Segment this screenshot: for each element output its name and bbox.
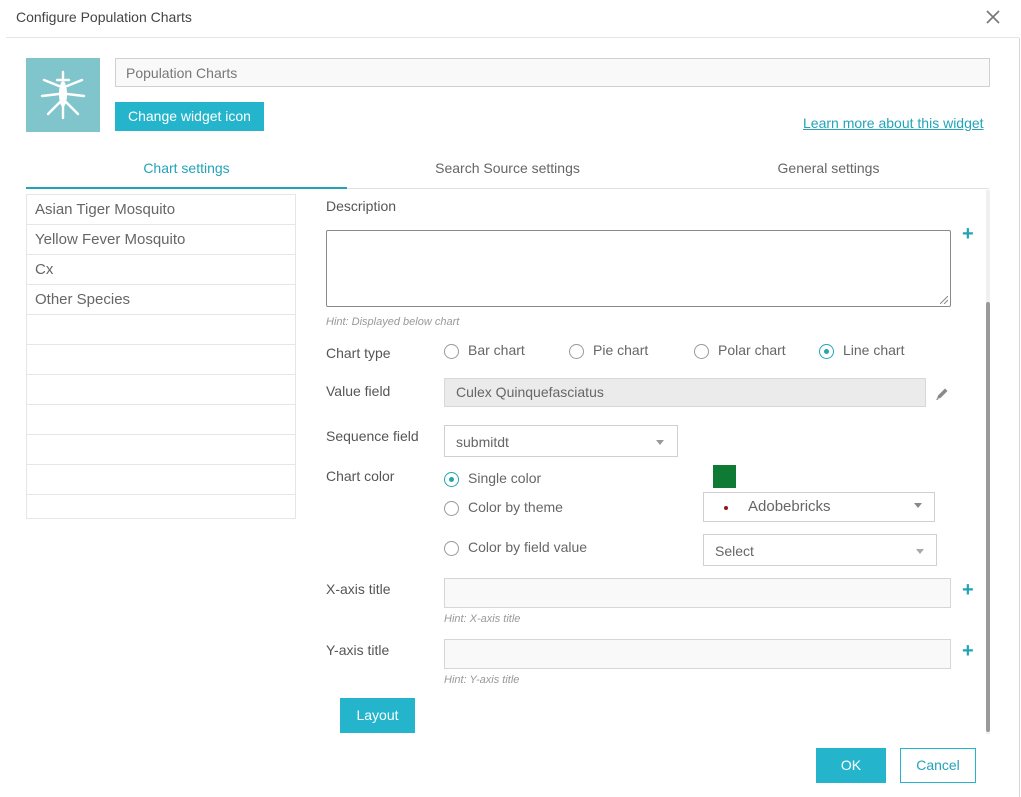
x-axis-hint: Hint: X-axis title: [444, 613, 521, 625]
radio-pie-chart[interactable]: Pie chart: [569, 342, 679, 362]
list-item[interactable]: [27, 375, 295, 405]
list-item[interactable]: Cx: [27, 255, 295, 285]
value-field-label: Value field: [326, 383, 391, 399]
widget-icon[interactable]: [26, 58, 100, 132]
scrollbar-thumb[interactable]: [986, 302, 990, 732]
description-label: Description: [326, 198, 397, 214]
radio-selected-icon: [444, 472, 459, 487]
y-axis-title-label: Y-axis title: [326, 642, 390, 658]
edit-pencil-icon[interactable]: [934, 386, 950, 402]
radio-label: Pie chart: [593, 342, 649, 358]
radio-icon: [444, 344, 459, 359]
tab-active-indicator: [26, 187, 347, 189]
sequence-field-label: Sequence field: [326, 428, 419, 444]
radio-label: Bar chart: [468, 342, 525, 358]
list-item[interactable]: [27, 465, 295, 495]
description-hint: Hint: Displayed below chart: [326, 316, 460, 328]
single-color-swatch[interactable]: [713, 465, 736, 488]
list-item[interactable]: [27, 495, 295, 518]
add-x-axis-field-icon[interactable]: +: [962, 580, 974, 600]
radio-icon: [444, 501, 459, 516]
radio-label: Single color: [468, 470, 542, 486]
close-icon[interactable]: [984, 8, 1002, 26]
value-field-input[interactable]: Culex Quinquefasciatus: [444, 378, 926, 407]
layout-button[interactable]: Layout: [340, 698, 415, 733]
sequence-field-value: submitdt: [456, 434, 509, 450]
tab-chart-settings[interactable]: Chart settings: [26, 160, 347, 176]
list-item[interactable]: [27, 345, 295, 375]
theme-select[interactable]: Adobebricks: [703, 492, 935, 522]
chart-type-label: Chart type: [326, 345, 391, 361]
list-item[interactable]: Other Species: [27, 285, 295, 315]
field-value-select-value: Select: [715, 543, 754, 559]
field-value-select[interactable]: Select: [703, 534, 937, 566]
list-item[interactable]: Yellow Fever Mosquito: [27, 225, 295, 255]
radio-label: Color by theme: [468, 499, 563, 515]
radio-color-by-field-value[interactable]: Color by field value: [444, 539, 644, 559]
dialog-title: Configure Population Charts: [16, 9, 192, 25]
theme-value: Adobebricks: [748, 498, 831, 515]
mosquito-icon: [40, 70, 86, 120]
radio-bar-chart[interactable]: Bar chart: [444, 342, 554, 362]
list-item[interactable]: [27, 405, 295, 435]
widget-name-input[interactable]: [115, 58, 990, 87]
change-widget-icon-button[interactable]: Change widget icon: [115, 102, 264, 131]
list-item[interactable]: Asian Tiger Mosquito: [27, 195, 295, 225]
radio-label: Line chart: [843, 342, 905, 358]
sequence-field-select[interactable]: submitdt: [444, 425, 678, 457]
radio-icon: [444, 541, 459, 556]
tab-search-source-settings[interactable]: Search Source settings: [347, 160, 668, 176]
chart-list: Asian Tiger Mosquito Yellow Fever Mosqui…: [26, 194, 296, 519]
y-axis-hint: Hint: Y-axis title: [444, 674, 520, 686]
chart-color-label: Chart color: [326, 468, 395, 484]
radio-single-color[interactable]: Single color: [444, 470, 624, 490]
radio-label: Color by field value: [468, 539, 588, 555]
chevron-down-icon: [916, 549, 924, 554]
add-y-axis-field-icon[interactable]: +: [962, 641, 974, 661]
radio-polar-chart[interactable]: Polar chart: [694, 342, 804, 362]
description-textarea[interactable]: [326, 230, 951, 307]
radio-label: Polar chart: [718, 342, 786, 358]
list-item[interactable]: [27, 435, 295, 465]
resize-handle-icon[interactable]: [940, 296, 948, 304]
dialog-edge: [1019, 38, 1020, 797]
y-axis-title-input[interactable]: [444, 639, 951, 669]
radio-selected-icon: [819, 344, 834, 359]
x-axis-title-input[interactable]: [444, 578, 951, 608]
x-axis-title-label: X-axis title: [326, 581, 391, 597]
radio-color-by-theme[interactable]: Color by theme: [444, 499, 624, 519]
add-description-field-icon[interactable]: +: [962, 224, 974, 244]
chevron-down-icon: [914, 503, 922, 508]
radio-line-chart[interactable]: Line chart: [819, 342, 929, 362]
list-item[interactable]: [27, 315, 295, 345]
ok-button[interactable]: OK: [816, 748, 886, 783]
cancel-button[interactable]: Cancel: [900, 748, 976, 783]
title-divider: [6, 37, 1019, 38]
radio-icon: [694, 344, 709, 359]
radio-icon: [569, 344, 584, 359]
tab-general-settings[interactable]: General settings: [668, 160, 989, 176]
chevron-down-icon: [656, 440, 664, 445]
learn-more-link[interactable]: Learn more about this widget: [803, 115, 984, 131]
theme-color-dot-icon: [724, 506, 728, 510]
